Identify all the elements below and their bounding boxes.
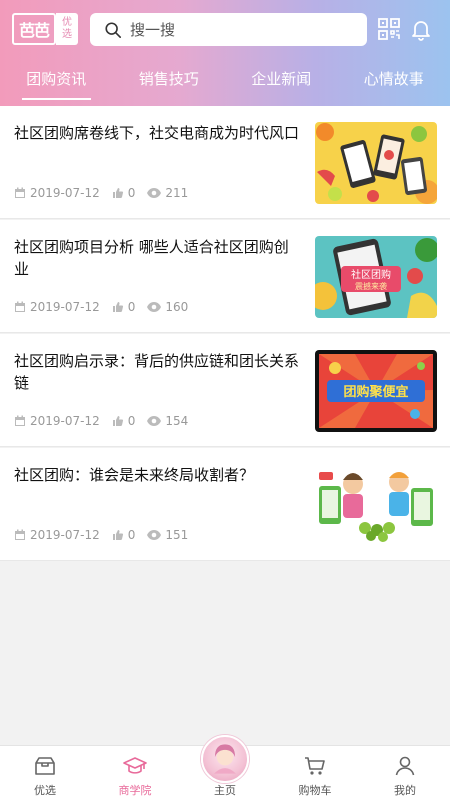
article-meta: 2019-07-12 0 160 — [14, 300, 200, 314]
article-date: 2019-07-12 — [30, 186, 100, 200]
user-icon — [395, 756, 415, 776]
views-meta: 151 — [147, 528, 188, 542]
thumbs-up-icon — [112, 416, 123, 426]
date-meta: 2019-07-12 — [14, 186, 100, 200]
date-meta: 2019-07-12 — [14, 528, 100, 542]
date-meta: 2019-07-12 — [14, 414, 100, 428]
tabbar-label: 优选 — [34, 784, 56, 797]
calendar-icon — [15, 187, 25, 198]
article-views: 160 — [165, 300, 189, 314]
likes-meta: 0 — [112, 186, 136, 200]
home-avatar-icon — [214, 744, 236, 774]
thumb-text: 社区团购 — [351, 268, 391, 281]
logo-sub-2: 选 — [62, 29, 72, 40]
logo-main-text: 芭芭 — [12, 13, 56, 45]
search-icon — [105, 21, 122, 38]
thumb-text: 团购聚便宜 — [343, 384, 408, 400]
logo: 芭芭 优 选 — [12, 12, 82, 46]
date-meta: 2019-07-12 — [14, 300, 100, 314]
eye-icon — [147, 302, 162, 312]
box-icon — [35, 757, 55, 775]
article-views: 151 — [165, 528, 189, 542]
article-list: 社区团购席卷线下，社交电商成为时代风口 2019-07-12 0 211 社区团… — [0, 106, 450, 562]
cart-icon — [305, 757, 325, 775]
tab-mood-stories[interactable]: 心情故事 — [338, 60, 450, 102]
thumbs-up-icon — [112, 530, 123, 540]
views-meta: 211 — [147, 186, 188, 200]
article-thumbnail[interactable]: 社区团购 震撼来袭 — [315, 236, 437, 318]
article-item[interactable]: 社区团购席卷线下，社交电商成为时代风口 2019-07-12 0 211 — [0, 106, 450, 219]
tab-company-news[interactable]: 企业新闻 — [225, 60, 338, 102]
bell-icon[interactable] — [409, 17, 433, 41]
article-title[interactable]: 社区团购席卷线下，社交电商成为时代风口 — [14, 122, 302, 144]
tabbar-label: 商学院 — [118, 784, 152, 797]
calendar-icon — [15, 415, 25, 426]
logo-sub-1: 优 — [62, 17, 72, 28]
calendar-icon — [15, 529, 25, 540]
home-avatar-button[interactable] — [201, 735, 249, 783]
article-date: 2019-07-12 — [30, 528, 100, 542]
thumbs-up-icon — [112, 188, 123, 198]
article-title[interactable]: 社区团购：谁会是未来终局收割者？ — [14, 464, 302, 486]
article-date: 2019-07-12 — [30, 300, 100, 314]
thumb-text: 震撼来袭 — [355, 281, 387, 291]
article-meta: 2019-07-12 0 151 — [14, 528, 200, 542]
article-meta: 2019-07-12 0 211 — [14, 186, 200, 200]
tab-tuangou-news[interactable]: 团购资讯 — [0, 60, 113, 102]
thumbs-up-icon — [112, 302, 123, 312]
article-date: 2019-07-12 — [30, 414, 100, 428]
article-title[interactable]: 社区团购项目分析 哪些人适合社区团购创业 — [14, 236, 302, 280]
views-meta: 154 — [147, 414, 188, 428]
tabbar-item-cart[interactable]: 购物车 — [270, 746, 360, 800]
article-views: 211 — [165, 186, 189, 200]
tabbar-item-school[interactable]: 商学院 — [90, 746, 180, 800]
article-thumbnail[interactable] — [315, 122, 437, 204]
article-likes: 0 — [127, 528, 136, 542]
tabbar-label: 购物车 — [298, 784, 332, 797]
article-item[interactable]: 社区团购：谁会是未来终局收割者？ 2019-07-12 0 151 — [0, 448, 450, 561]
article-item[interactable]: 社区团购项目分析 哪些人适合社区团购创业 2019-07-12 0 160 社区… — [0, 220, 450, 333]
article-meta: 2019-07-12 0 154 — [14, 414, 200, 428]
eye-icon — [147, 188, 162, 198]
tab-sales-tips[interactable]: 销售技巧 — [113, 60, 226, 102]
likes-meta: 0 — [112, 528, 136, 542]
tabbar-item-me[interactable]: 我的 — [360, 746, 450, 800]
tabbar-label: 我的 — [394, 784, 416, 797]
search-input[interactable] — [130, 20, 350, 39]
views-meta: 160 — [147, 300, 188, 314]
article-likes: 0 — [127, 300, 136, 314]
search-bar[interactable] — [90, 13, 367, 46]
likes-meta: 0 — [112, 300, 136, 314]
calendar-icon — [15, 301, 25, 312]
category-tabs: 团购资讯 销售技巧 企业新闻 心情故事 — [0, 60, 450, 102]
graduation-cap-icon — [123, 757, 147, 774]
app-header: 芭芭 优 选 团购资讯 销售技巧 企业新闻 心情故事 — [0, 0, 450, 106]
eye-icon — [147, 530, 162, 540]
likes-meta: 0 — [112, 414, 136, 428]
article-item[interactable]: 社区团购启示录：背后的供应链和团长关系链 2019-07-12 0 154 团购… — [0, 334, 450, 447]
qr-scan-icon[interactable] — [377, 17, 401, 41]
article-thumbnail[interactable]: 团购聚便宜 — [315, 350, 437, 432]
tabbar-item-youxuan[interactable]: 优选 — [0, 746, 90, 800]
article-thumbnail[interactable] — [315, 464, 437, 546]
logo-sub: 优 选 — [56, 13, 78, 45]
article-likes: 0 — [127, 414, 136, 428]
article-title[interactable]: 社区团购启示录：背后的供应链和团长关系链 — [14, 350, 302, 394]
article-views: 154 — [165, 414, 189, 428]
eye-icon — [147, 416, 162, 426]
article-likes: 0 — [127, 186, 136, 200]
